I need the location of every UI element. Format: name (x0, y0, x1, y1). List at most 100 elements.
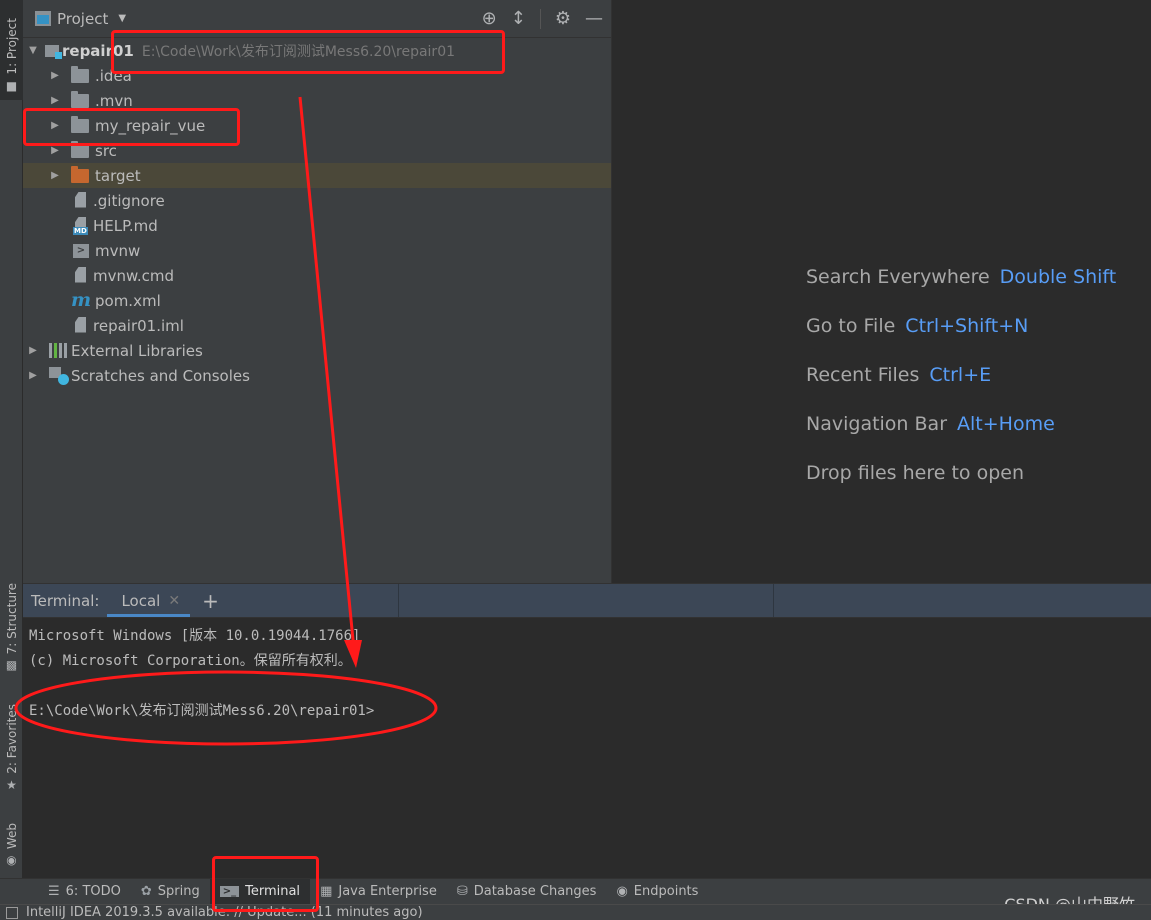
tree-item-help-md[interactable]: MD HELP.md (23, 213, 611, 238)
stripe-project-label: 1: Project (4, 18, 19, 75)
toggle-tool-windows-icon[interactable] (6, 906, 18, 919)
tree-item-mvnw-cmd[interactable]: mvnw.cmd (23, 263, 611, 288)
tree-item-label: mvnw (95, 241, 141, 260)
tool-button-java-enterprise[interactable]: ▦ Java Enterprise (310, 879, 447, 905)
project-tree: ▼ repair01 E:\Code\Work\发布订阅测试Mess6.20\r… (23, 38, 611, 388)
java-enterprise-icon: ▦ (320, 884, 333, 899)
collapse-all-icon[interactable]: ↕ (511, 9, 526, 28)
expand-arrow-icon[interactable]: ▶ (49, 120, 61, 131)
tree-item-repair01-iml[interactable]: repair01.iml (23, 313, 611, 338)
toolbar-divider (539, 8, 541, 29)
expand-arrow-icon[interactable]: ▶ (27, 345, 39, 356)
tree-item-target[interactable]: ▶ target (23, 163, 611, 188)
expand-arrow-icon[interactable]: ▶ (49, 70, 61, 81)
tree-item-label: HELP.md (93, 216, 158, 235)
terminal-output[interactable]: Microsoft Windows [版本 10.0.19044.1766] (… (23, 618, 1151, 730)
tree-item-idea[interactable]: ▶ .idea (23, 63, 611, 88)
hint-label: Go to File (806, 315, 896, 337)
hint-drop-files: Drop files here to open (806, 462, 1116, 511)
tree-item-label: target (95, 166, 141, 185)
close-icon[interactable]: ✕ (168, 593, 180, 609)
expand-arrow-icon[interactable]: ▼ (27, 45, 39, 56)
project-panel-title: Project (57, 9, 109, 28)
tab-label: Local (121, 591, 161, 610)
hint-search-everywhere: Search Everywhere Double Shift (806, 266, 1116, 315)
tool-button-label: Endpoints (633, 884, 699, 899)
tree-item-label: .gitignore (93, 191, 165, 210)
tree-root-repair01[interactable]: ▼ repair01 E:\Code\Work\发布订阅测试Mess6.20\r… (23, 38, 611, 63)
tree-item-mvnw[interactable]: > mvnw (23, 238, 611, 263)
bottom-tool-bar: ☰ 6: TODO ✿ Spring >_ Terminal ▦ Java En… (0, 878, 1151, 905)
tree-item-gitignore[interactable]: .gitignore (23, 188, 611, 213)
tree-item-label: my_repair_vue (95, 116, 206, 135)
terminal-prompt[interactable]: E:\Code\Work\发布订阅测试Mess6.20\repair01> (29, 699, 1145, 724)
maven-icon: m (71, 289, 92, 311)
folder-icon (71, 115, 89, 133)
folder-icon: ■ (5, 79, 18, 93)
gear-icon[interactable]: ⚙ (555, 9, 571, 28)
left-tool-stripe: 1: Project ■ 7: Structure ▩ 2: Favorites… (0, 0, 23, 878)
header-divider (398, 584, 399, 617)
tree-item-mvn[interactable]: ▶ .mvn (23, 88, 611, 113)
tool-button-label: Spring (157, 884, 200, 899)
root-path: E:\Code\Work\发布订阅测试Mess6.20\repair01 (141, 43, 456, 60)
locate-file-icon[interactable]: ⊕ (482, 9, 497, 28)
globe-icon: ◉ (616, 884, 628, 899)
folder-icon (71, 140, 89, 158)
expand-arrow-icon[interactable]: ▶ (27, 370, 39, 381)
scratches-icon (49, 366, 69, 385)
expand-arrow-icon[interactable]: ▶ (49, 145, 61, 156)
folder-icon (71, 90, 89, 108)
editor-hints: Search Everywhere Double Shift Go to File… (806, 266, 1116, 511)
module-icon (45, 43, 62, 59)
tool-button-spring[interactable]: ✿ Spring (131, 879, 210, 905)
editor-area[interactable]: Search Everywhere Double Shift Go to File… (611, 0, 1151, 583)
hint-navigation-bar: Navigation Bar Alt+Home (806, 413, 1116, 462)
tool-button-endpoints[interactable]: ◉ Endpoints (606, 879, 708, 905)
expand-arrow-icon[interactable]: ▶ (49, 170, 61, 181)
chevron-down-icon: ▼ (118, 13, 127, 24)
project-view-selector[interactable]: Project ▼ (35, 10, 126, 28)
hint-label: Recent Files (806, 364, 920, 386)
hint-label: Search Everywhere (806, 266, 990, 288)
expand-arrow-icon[interactable]: ▶ (49, 95, 61, 106)
gitignore-file-icon (73, 191, 89, 210)
stripe-web-label: Web (4, 822, 19, 849)
hide-panel-icon[interactable]: — (585, 9, 603, 28)
terminal-tab-local[interactable]: Local ✕ (107, 587, 191, 617)
hint-shortcut: Double Shift (999, 266, 1117, 288)
project-panel-header: Project ▼ ⊕ ↕ ⚙ — (23, 0, 611, 38)
stripe-structure-button[interactable]: 7: Structure ▩ (0, 575, 23, 675)
terminal-panel: Terminal: Local ✕ + Microsoft Windows [版… (23, 583, 1151, 878)
stripe-favorites-button[interactable]: 2: Favorites ★ (0, 695, 23, 795)
hint-shortcut: Ctrl+Shift+N (905, 315, 1029, 337)
folder-icon (71, 65, 89, 83)
terminal-header: Terminal: Local ✕ + (23, 584, 1151, 618)
stripe-web-button[interactable]: Web ◉ (0, 810, 23, 870)
root-name: repair01 (62, 41, 134, 60)
hint-label: Drop files here to open (806, 462, 1025, 484)
excluded-folder-icon (71, 165, 89, 183)
tree-item-src[interactable]: ▶ src (23, 138, 611, 163)
tree-external-libraries[interactable]: ▶ External Libraries (23, 338, 611, 363)
markdown-file-icon: MD (73, 216, 89, 235)
tool-button-todo[interactable]: ☰ 6: TODO (38, 879, 131, 905)
terminal-line: Microsoft Windows [版本 10.0.19044.1766] (29, 628, 361, 644)
tree-scratches-consoles[interactable]: ▶ Scratches and Consoles (23, 363, 611, 388)
spring-leaf-icon: ✿ (140, 884, 152, 899)
hint-recent-files: Recent Files Ctrl+E (806, 364, 1116, 413)
project-panel: Project ▼ ⊕ ↕ ⚙ — ▼ repair01 E:\Code\Wor… (23, 0, 611, 583)
database-icon: ⛁ (456, 884, 468, 899)
hint-label: Navigation Bar (806, 413, 948, 435)
tree-item-pom-xml[interactable]: m pom.xml (23, 288, 611, 313)
library-icon (49, 343, 69, 358)
globe-icon: ◉ (6, 853, 17, 867)
tree-item-my-repair-vue[interactable]: ▶ my_repair_vue (23, 113, 611, 138)
status-message[interactable]: IntelliJ IDEA 2019.3.5 available: // Upd… (26, 905, 423, 920)
tool-button-terminal[interactable]: >_ Terminal (209, 878, 311, 905)
tool-button-label: Java Enterprise (338, 884, 437, 899)
tool-button-database-changes[interactable]: ⛁ Database Changes (447, 879, 607, 905)
stripe-project-button[interactable]: 1: Project ■ (0, 0, 23, 100)
status-bar: IntelliJ IDEA 2019.3.5 available: // Upd… (0, 904, 1151, 920)
new-terminal-tab-button[interactable]: + (190, 584, 231, 617)
